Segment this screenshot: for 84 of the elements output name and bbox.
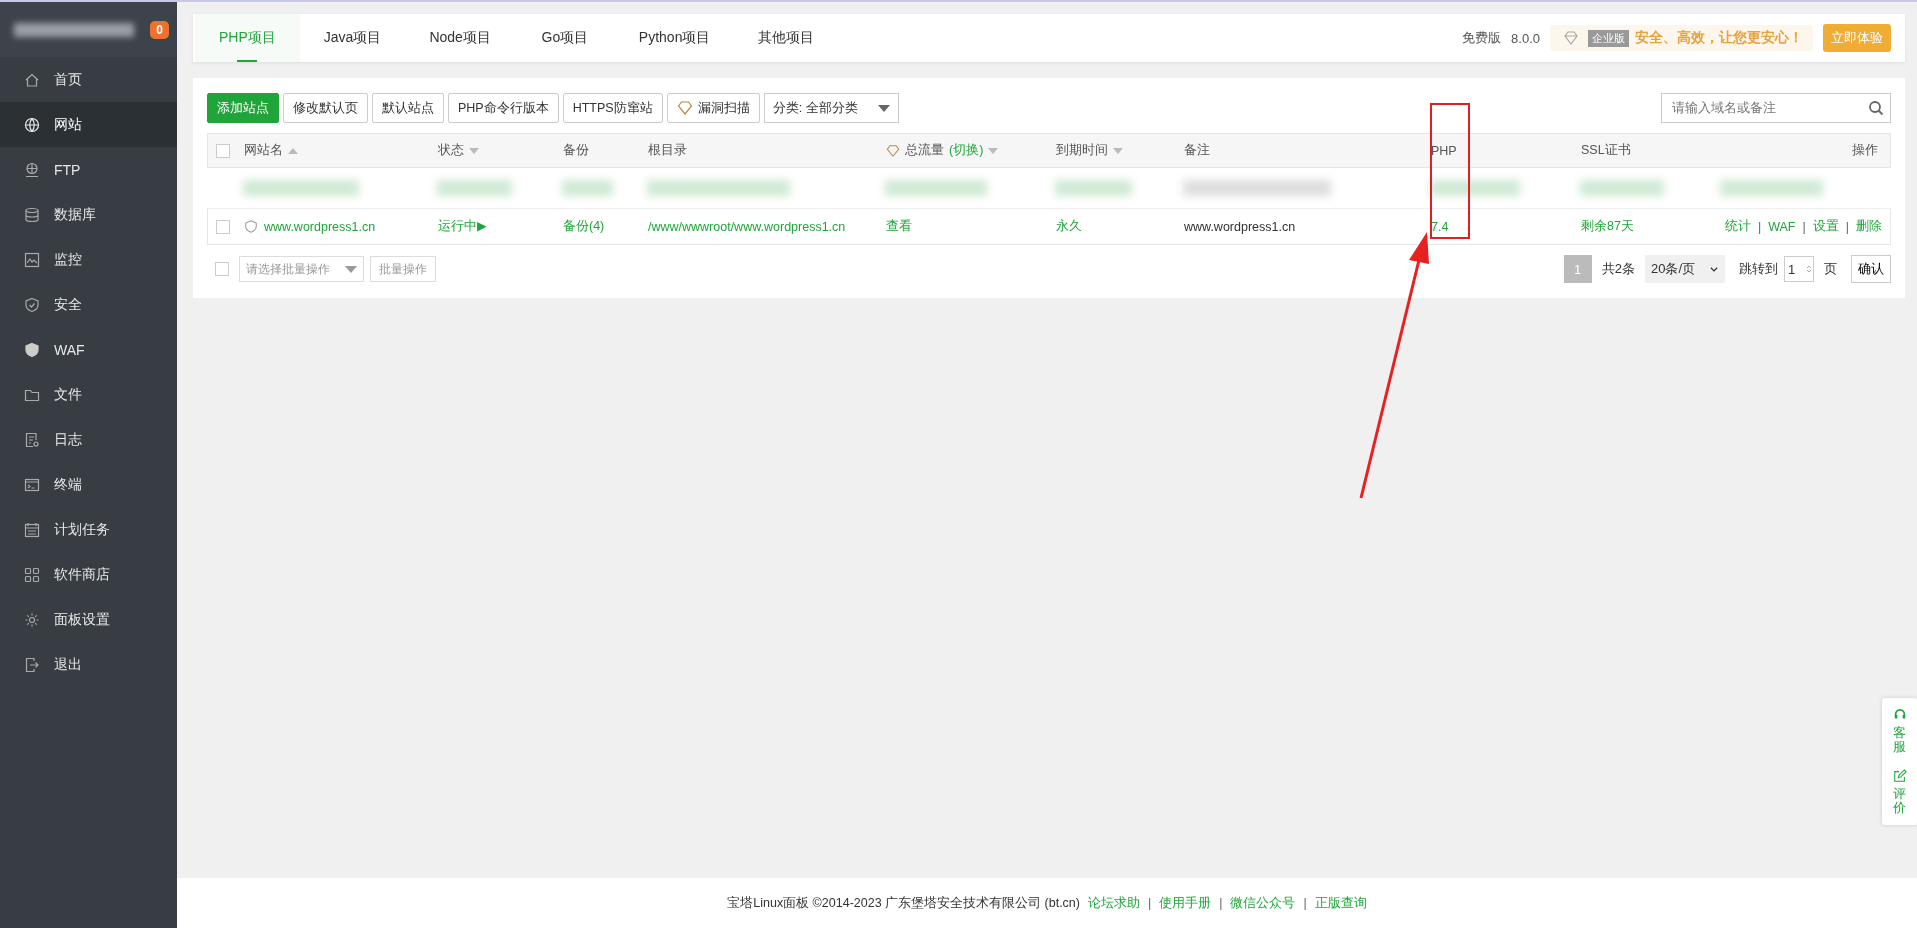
- blurred-text: [562, 180, 613, 196]
- notification-badge: 0: [150, 20, 169, 39]
- column-header[interactable]: 总流量: [905, 142, 944, 159]
- edition-label: 免费版: [1462, 29, 1502, 47]
- separator-text: |: [1757, 219, 1762, 234]
- edit-icon: [1892, 768, 1907, 783]
- sidebar-item[interactable]: 文件: [0, 372, 177, 417]
- copyright-text: 宝塔Linux面板 ©2014-2023 广东堡塔安全技术有限公司 (bt.cn): [727, 894, 1080, 912]
- separator-text: |: [1845, 219, 1849, 234]
- shield-icon: [244, 219, 258, 234]
- grid-icon: [24, 566, 40, 583]
- sidebar-item[interactable]: 软件商店: [0, 552, 177, 597]
- page-size-select[interactable]: 20条/页: [1644, 255, 1725, 283]
- column-header[interactable]: 状态: [438, 142, 464, 159]
- search-icon: [1868, 100, 1884, 116]
- column-header[interactable]: 到期时间: [1056, 142, 1108, 159]
- sidebar-item[interactable]: 终端: [0, 462, 177, 507]
- network-globe-icon: [24, 161, 40, 178]
- separator-text: |: [1219, 896, 1223, 910]
- confirm-button[interactable]: 确认: [1851, 255, 1891, 283]
- search-field[interactable]: 请输入域名或备注: [1661, 93, 1891, 123]
- sidebar-item[interactable]: WAF: [0, 327, 177, 372]
- globe-icon: [24, 116, 40, 133]
- project-tab[interactable]: Java项目: [299, 14, 406, 62]
- checkbox[interactable]: [216, 219, 230, 234]
- shield-icon: [24, 296, 40, 313]
- jump-label: 跳转到: [1739, 260, 1779, 278]
- column-header[interactable]: 备份: [563, 142, 589, 159]
- column-header[interactable]: 备注: [1184, 142, 1210, 159]
- column-header[interactable]: PHP: [1431, 143, 1457, 158]
- sidebar-item[interactable]: 面板设置: [0, 597, 177, 642]
- total-text: 共2条: [1600, 260, 1636, 278]
- checkbox[interactable]: [216, 143, 230, 158]
- separator-text: |: [1148, 896, 1152, 910]
- sidebar-item[interactable]: 安全: [0, 282, 177, 327]
- column-header[interactable]: 根目录: [648, 142, 687, 159]
- project-tab[interactable]: Go项目: [514, 14, 615, 62]
- toolbar-button[interactable]: 默认站点: [372, 93, 444, 123]
- page-unit-label: 页: [1823, 260, 1838, 278]
- toolbar-button[interactable]: PHP命令行版本: [448, 93, 559, 123]
- chart-frame-icon: [24, 251, 40, 268]
- column-header[interactable]: 网站名: [244, 142, 283, 159]
- separator-text: |: [1802, 219, 1806, 234]
- chevron-down-icon: [1709, 264, 1719, 274]
- separator-text: |: [1303, 896, 1307, 910]
- column-header[interactable]: SSL证书: [1581, 142, 1631, 159]
- sort-arrow-icon[interactable]: [288, 147, 298, 154]
- house-icon: [24, 71, 40, 88]
- database-icon: [24, 206, 40, 223]
- toolbar-button[interactable]: HTTPS防窜站: [562, 93, 663, 123]
- project-tab[interactable]: Node项目: [405, 14, 515, 62]
- caret-icon: [877, 104, 890, 112]
- shield-icon: [24, 341, 40, 358]
- sort-arrow-icon[interactable]: [1113, 147, 1123, 154]
- exit-icon: [24, 656, 40, 673]
- sidebar-item[interactable]: 退出: [0, 642, 177, 687]
- checkbox[interactable]: [215, 262, 229, 276]
- caret-icon: [345, 265, 357, 273]
- edition-tag: 企业版: [1588, 29, 1629, 47]
- page-number-field[interactable]: 1: [1784, 256, 1814, 282]
- remark-text: www.wordpress1.cn: [1184, 219, 1296, 234]
- category-select[interactable]: 分类: 全部分类: [763, 93, 899, 123]
- terminal-icon: [24, 476, 40, 493]
- sidebar-item[interactable]: 日志: [0, 417, 177, 462]
- diamond-icon: [676, 100, 693, 116]
- sidebar-item[interactable]: 监控: [0, 237, 177, 282]
- sort-arrow-icon[interactable]: [988, 147, 999, 154]
- settings-icon: [24, 611, 40, 628]
- toolbar-button[interactable]: 修改默认页: [283, 93, 368, 123]
- sort-arrow-icon[interactable]: [469, 147, 479, 154]
- version-label: 8.0.0: [1511, 30, 1540, 46]
- sidebar-item[interactable]: 网站: [0, 102, 177, 147]
- sidebar-item[interactable]: 首页: [0, 57, 177, 102]
- sidebar-item[interactable]: 计划任务: [0, 507, 177, 552]
- column-header[interactable]: 操作: [1852, 142, 1878, 159]
- headset-icon: [1892, 708, 1907, 722]
- project-tab[interactable]: Python项目: [614, 14, 735, 62]
- document-icon: [24, 431, 40, 448]
- sidebar-item[interactable]: FTP: [0, 147, 177, 192]
- promo-text: 安全、高效，让您更安心！: [1635, 29, 1803, 47]
- calendar-icon: [24, 521, 40, 538]
- toolbar-button[interactable]: 漏洞扫描: [666, 93, 760, 123]
- project-tab[interactable]: 其他项目: [734, 14, 839, 62]
- sidebar-item[interactable]: 数据库: [0, 192, 177, 237]
